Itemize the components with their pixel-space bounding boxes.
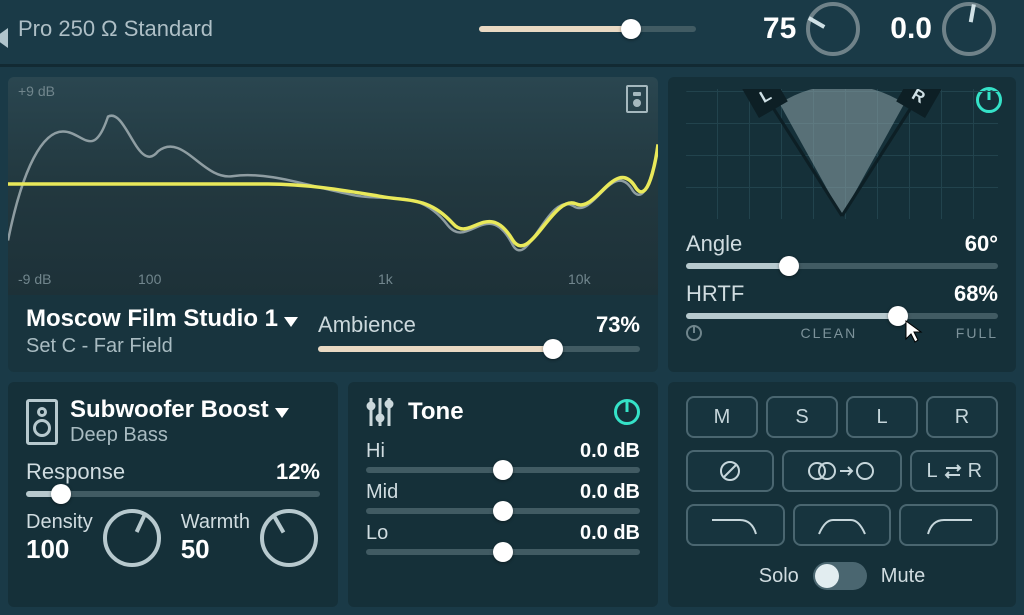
correction-slider[interactable] <box>479 26 696 32</box>
knob1[interactable] <box>806 2 860 56</box>
ambience-label: Ambience <box>318 312 416 338</box>
chevron-down-icon <box>284 317 298 327</box>
tone-panel: Tone Hi 0.0 dB Mid 0.0 dB Lo 0.0 dB <box>348 382 658 607</box>
density-label: Density <box>26 511 93 534</box>
spectrum-display[interactable]: +9 dB -9 dB 100 1k 10k <box>8 77 658 295</box>
eq-icon <box>366 396 394 428</box>
density-value: 100 <box>26 534 93 565</box>
subwoofer-panel: Subwoofer Boost Deep Bass Response 12% De… <box>8 382 338 607</box>
hrtf-full-label: FULL <box>956 325 998 341</box>
spectrum-panel: +9 dB -9 dB 100 1k 10k Moscow Film Studi… <box>8 77 658 372</box>
collapse-caret-icon[interactable] <box>0 28 8 48</box>
preset-name: Moscow Film Studio 1 <box>26 305 278 332</box>
hrtf-slider[interactable] <box>686 313 998 319</box>
stereo-to-mono-button[interactable] <box>782 450 903 492</box>
density-knob[interactable] <box>103 509 161 567</box>
preset-variant: Set C - Far Field <box>26 335 298 358</box>
preset-selector[interactable]: Moscow Film Studio 1 Set C - Far Field <box>26 305 298 358</box>
left-button[interactable]: L <box>846 396 918 438</box>
hrtf-label: HRTF <box>686 281 744 307</box>
product-subtitle[interactable]: Pro 250 Ω Standard <box>18 16 358 42</box>
chevron-down-icon <box>275 408 289 418</box>
stereo-panel: L R Angle 60° HRTF 68% CLEAN FULL <box>668 77 1016 372</box>
warmth-value: 50 <box>181 534 250 565</box>
routing-panel: M S L R LR Solo Mute <box>668 382 1016 607</box>
highpass-button[interactable] <box>899 504 998 546</box>
mid-value: 0.0 dB <box>580 481 640 504</box>
hi-slider[interactable] <box>366 467 640 473</box>
warmth-knob[interactable] <box>260 509 318 567</box>
mono-button[interactable]: M <box>686 396 758 438</box>
mid-slider[interactable] <box>366 508 640 514</box>
phase-button[interactable] <box>686 450 774 492</box>
lo-slider[interactable] <box>366 549 640 555</box>
speaker-icon <box>26 399 58 445</box>
knob2-value: 0.0 <box>890 12 932 46</box>
solo-label: Solo <box>759 565 799 588</box>
angle-slider[interactable] <box>686 263 998 269</box>
hrtf-value: 68% <box>954 281 998 307</box>
angle-value: 60° <box>965 231 998 257</box>
right-button[interactable]: R <box>926 396 998 438</box>
swap-lr-button[interactable]: LR <box>910 450 998 492</box>
warmth-label: Warmth <box>181 511 250 534</box>
mid-label: Mid <box>366 481 398 504</box>
mute-label: Mute <box>881 565 925 588</box>
sub-subtitle: Deep Bass <box>70 424 289 447</box>
response-label: Response <box>26 459 125 485</box>
knob1-value: 75 <box>763 12 796 46</box>
tone-title: Tone <box>408 398 464 426</box>
lowpass-button[interactable] <box>686 504 785 546</box>
top-bar: Pro 250 Ω Standard correction 75 0.0 <box>0 0 1024 67</box>
hi-label: Hi <box>366 440 385 463</box>
hi-value: 0.0 dB <box>580 440 640 463</box>
response-slider[interactable] <box>26 491 320 497</box>
hrtf-power-button[interactable] <box>686 325 702 341</box>
sub-preset-selector[interactable]: Subwoofer Boost Deep Bass <box>70 396 289 447</box>
stereo-scope[interactable]: L R <box>686 89 998 219</box>
angle-label: Angle <box>686 231 742 257</box>
ambience-slider[interactable] <box>318 346 640 352</box>
bandpass-button[interactable] <box>793 504 892 546</box>
solo-mute-toggle[interactable] <box>813 562 867 590</box>
side-button[interactable]: S <box>766 396 838 438</box>
lo-label: Lo <box>366 522 388 545</box>
sub-title: Subwoofer Boost <box>70 396 269 423</box>
lo-value: 0.0 dB <box>580 522 640 545</box>
ambience-value: 73% <box>596 312 640 338</box>
knob2[interactable] <box>942 2 996 56</box>
hrtf-clean-label: CLEAN <box>801 325 858 341</box>
tone-power-button[interactable] <box>614 399 640 425</box>
response-value: 12% <box>276 459 320 485</box>
